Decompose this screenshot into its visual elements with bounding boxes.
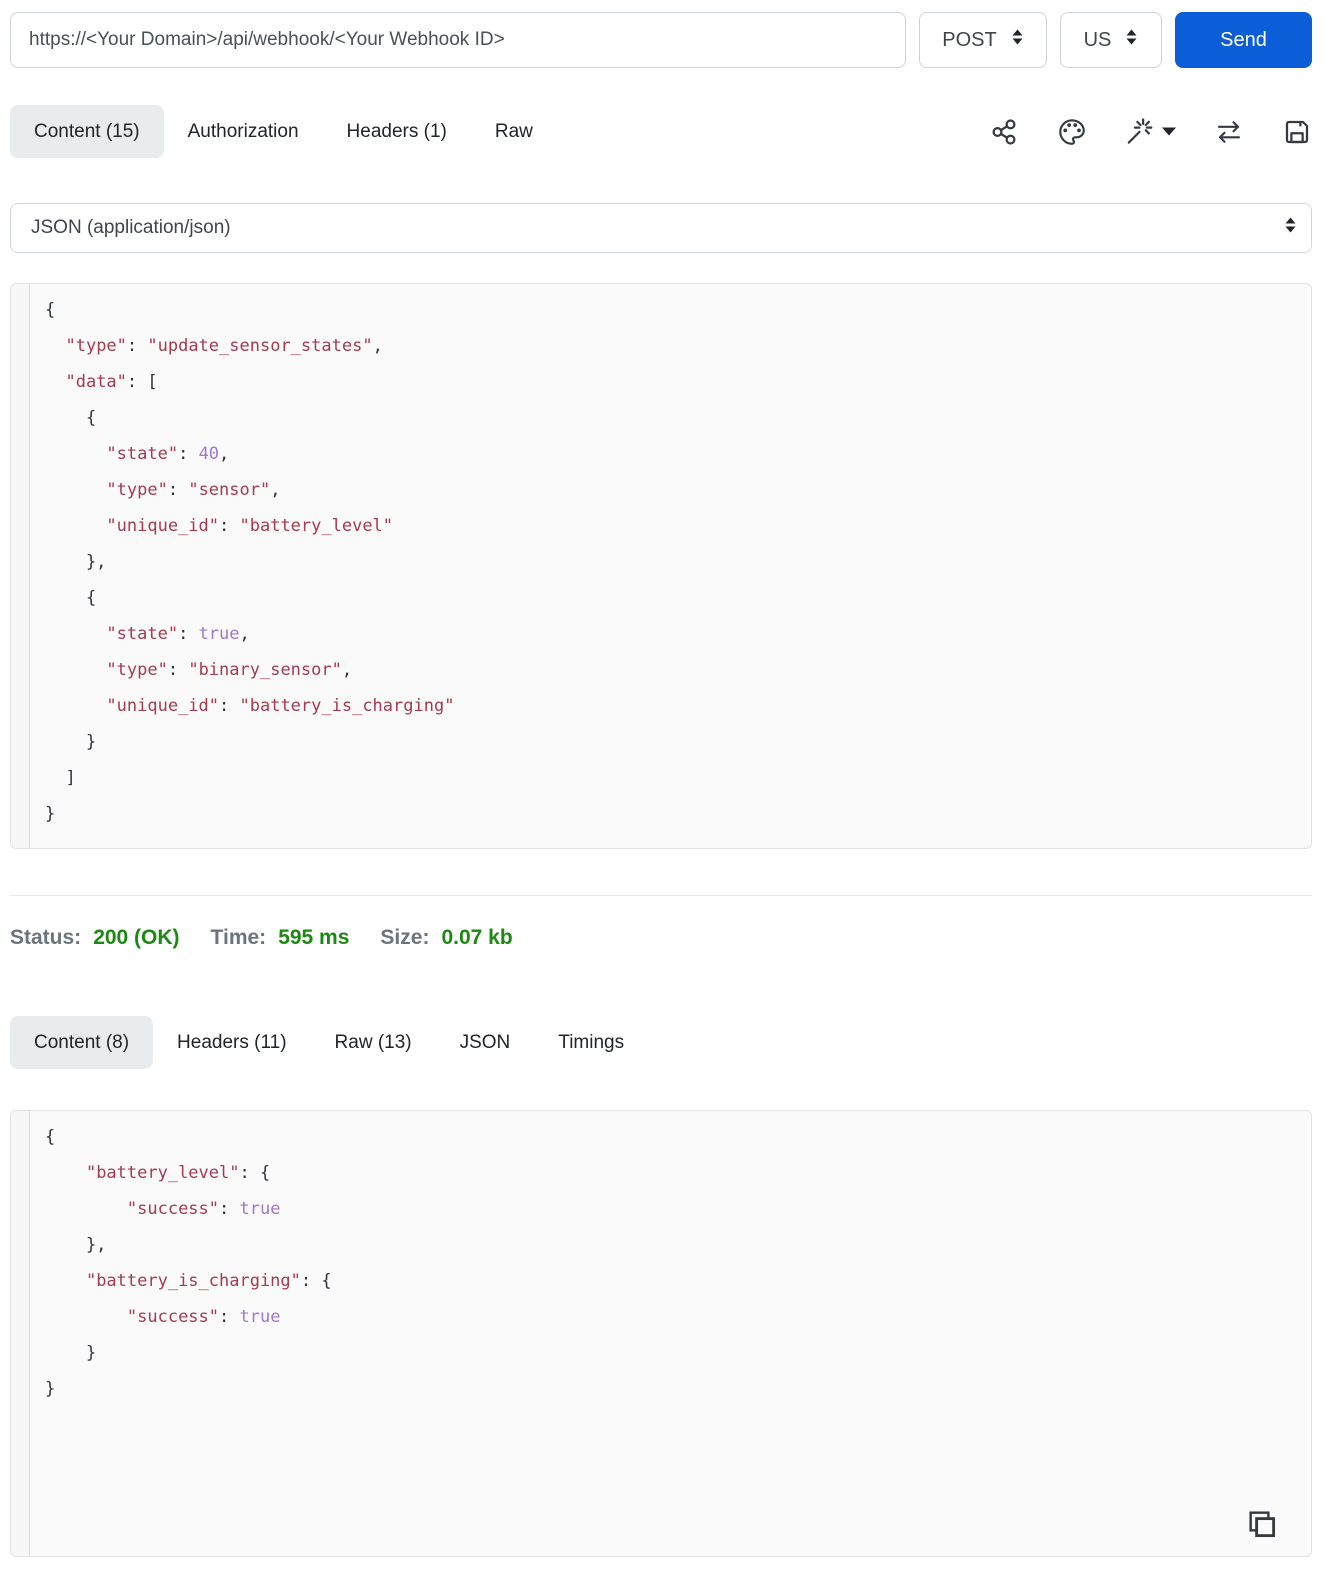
code-line: "type": "binary_sensor", [106, 660, 353, 680]
response-status-row: Status: 200 (OK) Time: 595 ms Size: 0.07 kb [10, 918, 1312, 958]
palette-icon [1057, 117, 1087, 147]
send-button[interactable]: Send [1175, 12, 1312, 68]
response-tabs: Content (8) Headers (11) Raw (13) JSON T… [10, 1016, 648, 1069]
share-icon [989, 117, 1019, 147]
time-label: Time: [210, 926, 267, 949]
code-line: { [45, 588, 97, 608]
swap-arrows-icon [1214, 117, 1244, 147]
code-line: } [45, 1379, 56, 1399]
code-line: }, [45, 552, 107, 572]
theme-button[interactable] [1057, 117, 1087, 147]
chevron-down-icon [1162, 127, 1176, 136]
swap-request-button[interactable] [1214, 117, 1244, 147]
updown-arrows-icon [1284, 216, 1297, 240]
copy-icon [1245, 1510, 1279, 1544]
tab-response-json[interactable]: JSON [436, 1016, 535, 1069]
request-tabs: Content (15) Authorization Headers (1) R… [10, 105, 557, 158]
tab-response-content[interactable]: Content (8) [10, 1016, 154, 1069]
code-line: "type": "update_sensor_states", [65, 336, 383, 356]
tab-request-headers[interactable]: Headers (1) [323, 105, 471, 158]
updown-arrows-icon [1011, 28, 1024, 52]
size-value: 0.07 kb [441, 926, 513, 949]
code-line: "type": "sensor", [106, 480, 281, 500]
code-line: "unique_id": "battery_level" [106, 516, 394, 536]
time-value: 595 ms [278, 926, 350, 949]
body-type-select[interactable]: JSON (application/json) [10, 203, 1312, 253]
magic-wand-icon [1125, 117, 1155, 147]
save-icon [1282, 117, 1312, 147]
code-line: "battery_is_charging": { [85, 1271, 332, 1291]
code-line: "unique_id": "battery_is_charging" [106, 696, 455, 716]
rest-client-page: POST US Send Content (15) Authorization … [0, 0, 1335, 1557]
code-line: "data": [ [65, 372, 158, 392]
tab-request-raw[interactable]: Raw [471, 105, 557, 158]
method-select-value: POST [942, 28, 997, 51]
tab-response-headers[interactable]: Headers (11) [153, 1016, 310, 1069]
request-toolbar [989, 117, 1312, 147]
code-line: "success": true [126, 1199, 281, 1219]
updown-arrows-icon [1125, 28, 1138, 52]
code-line: } [45, 804, 56, 824]
code-line: { [45, 408, 97, 428]
request-body-editor[interactable]: { "type": "update_sensor_states", "data"… [10, 283, 1312, 849]
code-line: ] [45, 768, 76, 788]
status-label: Status: [10, 926, 82, 949]
magic-actions-button[interactable] [1125, 117, 1176, 147]
tab-request-authorization[interactable]: Authorization [164, 105, 323, 158]
tab-response-raw[interactable]: Raw (13) [311, 1016, 436, 1069]
code-line: } [45, 732, 97, 752]
size-label: Size: [380, 926, 430, 949]
body-type-select-value: JSON (application/json) [31, 217, 231, 238]
request-tabs-row: Content (15) Authorization Headers (1) R… [10, 105, 1312, 158]
code-line: "state": true, [106, 624, 250, 644]
response-body-code: { "battery_level": { "success": true }, … [11, 1111, 1311, 1423]
code-line: } [45, 1343, 97, 1363]
code-line: { [45, 1127, 56, 1147]
code-line: }, [45, 1235, 107, 1255]
copy-response-button[interactable] [1243, 1506, 1281, 1544]
share-button[interactable] [989, 117, 1019, 147]
tab-request-content[interactable]: Content (15) [10, 105, 164, 158]
save-request-button[interactable] [1282, 117, 1312, 147]
section-divider [10, 895, 1312, 896]
method-select[interactable]: POST [919, 12, 1047, 68]
code-line: "battery_level": { [85, 1163, 271, 1183]
request-bar: POST US Send [10, 12, 1312, 68]
code-line: "state": 40, [106, 444, 230, 464]
response-tabs-row: Content (8) Headers (11) Raw (13) JSON T… [10, 1016, 1312, 1069]
region-select-value: US [1083, 28, 1112, 51]
code-line: "success": true [126, 1307, 281, 1327]
region-select[interactable]: US [1060, 12, 1162, 68]
status-value: 200 (OK) [93, 926, 180, 949]
tab-response-timings[interactable]: Timings [534, 1016, 648, 1069]
url-input[interactable] [10, 12, 906, 68]
response-body-viewer: { "battery_level": { "success": true }, … [10, 1110, 1312, 1557]
request-body-code: { "type": "update_sensor_states", "data"… [11, 284, 1311, 848]
code-line: { [45, 300, 56, 320]
